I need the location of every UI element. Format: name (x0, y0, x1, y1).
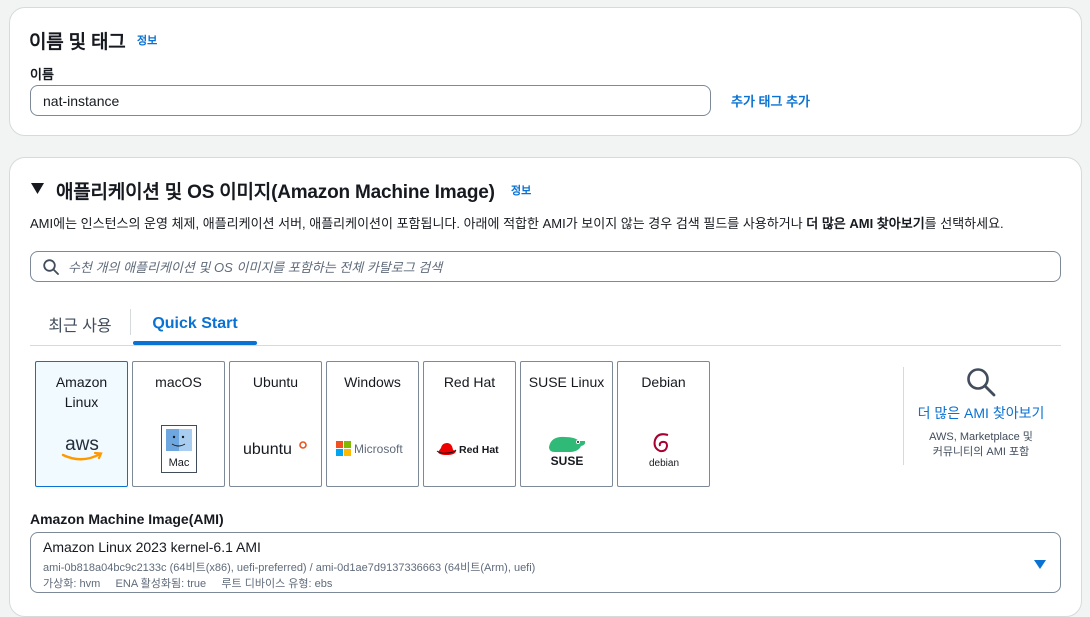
os-card-debian[interactable]: Debian debian (617, 361, 710, 487)
os-card-label: Ubuntu (252, 374, 299, 390)
name-tags-info-link[interactable]: 정보 (137, 32, 157, 48)
suse-logo-icon: SUSE (521, 424, 612, 474)
ami-select[interactable]: Amazon Linux 2023 kernel-6.1 AMI ami-0b8… (30, 532, 1061, 593)
name-label: 이름 (30, 67, 54, 82)
os-card-windows[interactable]: Windows Microsoft (326, 361, 419, 487)
selected-ami-details: 가상화: hvm ENA 활성화됨: true 루트 디바이스 유형: ebs (43, 578, 333, 590)
browse-more-subtext: AWS, Marketplace 및 커뮤니티의 AMI 포함 (929, 431, 1033, 458)
ami-tabs: 최근 사용 Quick Start (30, 303, 1061, 346)
os-card-label: Windows (344, 374, 401, 390)
caret-down-icon (1034, 557, 1046, 575)
debian-logo-text: debian (648, 458, 678, 469)
tab-divider (130, 309, 131, 335)
name-and-tags-panel: 이름 및 태그 정보 이름 nat-instance 추가 태그 추가 (9, 7, 1082, 136)
ami-select-label: Amazon Machine Image(AMI) (30, 511, 224, 527)
active-tab-indicator (133, 341, 257, 345)
collapse-toggle-icon[interactable] (31, 181, 44, 199)
suse-logo-text: SUSE (550, 454, 583, 467)
debian-logo-icon: debian (618, 424, 709, 474)
os-card-macos[interactable]: macOS Mac (132, 361, 225, 487)
os-card-label: Red Hat (443, 374, 496, 390)
browse-more-amis[interactable]: 더 많은 AMI 찾아보기 AWS, Marketplace 및 커뮤니티의 A… (903, 367, 1058, 465)
ami-description: AMI에는 인스턴스의 운영 체제, 애플리케이션 서버, 애플리케이션이 포함… (30, 216, 1004, 231)
os-card-label: Amazon Linux (55, 374, 108, 410)
magnifier-icon (966, 367, 996, 402)
os-card-suse-linux[interactable]: SUSE Linux SUSE (520, 361, 613, 487)
tab-recent[interactable]: 최근 사용 (30, 303, 130, 345)
tab-quick-start[interactable]: Quick Start (133, 303, 257, 345)
os-card-red-hat[interactable]: Red Hat Red Hat (423, 361, 516, 487)
name-input-value: nat-instance (43, 92, 120, 109)
redhat-logo-text: Red Hat (459, 444, 499, 456)
microsoft-logo-text: Microsoft (354, 442, 403, 456)
mac-logo-icon: Mac (133, 424, 224, 474)
name-input[interactable]: nat-instance (30, 85, 711, 116)
aws-logo-icon: aws (36, 424, 127, 474)
search-icon (43, 258, 60, 275)
microsoft-logo-icon: Microsoft (327, 424, 418, 474)
os-card-amazon-linux[interactable]: Amazon Linux aws (35, 361, 128, 487)
svg-text:aws: aws (65, 434, 99, 455)
ami-panel: 애플리케이션 및 OS 이미지(Amazon Machine Image) 정보… (9, 157, 1082, 617)
browse-more-link[interactable]: 더 많은 AMI 찾아보기 (904, 403, 1058, 423)
add-tags-link[interactable]: 추가 태그 추가 (731, 91, 810, 110)
section-title-name-tags: 이름 및 태그 (29, 32, 126, 53)
os-card-label: SUSE Linux (528, 374, 605, 390)
os-card-label: Debian (641, 374, 686, 390)
redhat-logo-icon: Red Hat (424, 424, 515, 474)
selected-ami-name: Amazon Linux 2023 kernel-6.1 AMI (43, 539, 261, 555)
ubuntu-logo-text: ubuntu (243, 441, 292, 458)
search-placeholder: 수천 개의 애플리케이션 및 OS 이미지를 포함하는 전체 카탈로그 검색 (68, 260, 443, 275)
ami-search-input[interactable]: 수천 개의 애플리케이션 및 OS 이미지를 포함하는 전체 카탈로그 검색 (30, 251, 1061, 282)
os-card-ubuntu[interactable]: Ubuntu ubuntu (229, 361, 322, 487)
ubuntu-logo-icon: ubuntu (230, 424, 321, 474)
section-title-ami: 애플리케이션 및 OS 이미지(Amazon Machine Image) (56, 182, 495, 203)
os-card-label: macOS (155, 374, 202, 390)
ami-info-link[interactable]: 정보 (511, 182, 531, 198)
mac-logo-text: Mac (168, 457, 189, 469)
selected-ami-ids: ami-0b818a04bc9c2133c (64비트(x86), uefi-p… (43, 562, 536, 574)
